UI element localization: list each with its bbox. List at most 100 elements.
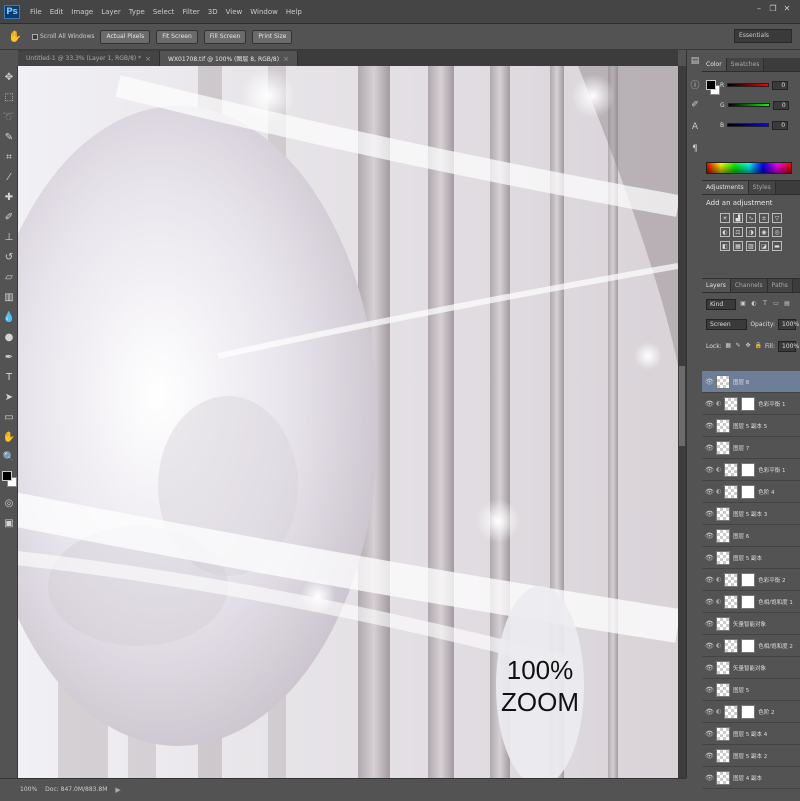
posterize-icon[interactable]: ▦ <box>733 241 743 251</box>
layer-row[interactable]: 👁 ◐ 色相/饱和度 2 <box>702 635 800 657</box>
document-tab[interactable]: Untitled-1 @ 33.3% (Layer 1, RGB/8) * × <box>18 51 161 66</box>
lock-position-icon[interactable]: ✥ <box>745 342 752 350</box>
layer-row[interactable]: 👁 矢量智能对象 <box>702 657 800 679</box>
color-spectrum-bar[interactable] <box>706 162 792 174</box>
menu-help[interactable]: Help <box>282 8 306 16</box>
type-tool-icon[interactable]: T <box>2 370 16 384</box>
eye-icon[interactable]: 👁 <box>705 576 714 584</box>
layer-thumbnail[interactable] <box>716 726 730 741</box>
layer-mask-thumbnail[interactable] <box>741 594 756 609</box>
layer-row[interactable]: 👁 ◐ 色彩平衡 2 <box>702 569 800 591</box>
layer-row[interactable]: 👁 矢量智能对象 <box>702 613 800 635</box>
brightness-contrast-icon[interactable]: ☀ <box>720 213 730 223</box>
menu-3d[interactable]: 3D <box>204 8 222 16</box>
zoom-tool-icon[interactable]: 🔍 <box>2 450 16 464</box>
layer-thumbnail[interactable] <box>716 506 730 521</box>
shape-filter-icon[interactable]: ▭ <box>772 300 780 308</box>
color-balance-icon[interactable]: ⚖ <box>733 227 743 237</box>
blue-value-input[interactable]: 0 <box>772 120 789 130</box>
pen-tool-icon[interactable]: ✒ <box>2 350 16 364</box>
actual-pixels-button[interactable]: Actual Pixels <box>100 29 151 44</box>
type-filter-icon[interactable]: T <box>761 300 769 308</box>
properties-panel-icon[interactable]: ⓘ <box>689 78 701 91</box>
layer-thumbnail[interactable] <box>724 704 739 719</box>
eye-icon[interactable]: 👁 <box>705 686 714 694</box>
red-slider[interactable] <box>727 83 770 87</box>
character-panel-icon[interactable]: A <box>689 122 701 134</box>
menu-view[interactable]: View <box>222 8 247 16</box>
status-menu-icon[interactable]: ▶ <box>115 786 120 794</box>
close-icon[interactable]: ✕ <box>782 4 792 14</box>
layer-row[interactable]: 👁 图层 8 <box>702 371 800 393</box>
marquee-tool-icon[interactable]: ⬚ <box>2 90 16 104</box>
color-panel-foreground-swatch[interactable] <box>706 80 716 90</box>
tab-paths[interactable]: Paths <box>767 279 793 292</box>
layer-mask-thumbnail[interactable] <box>741 396 756 411</box>
menu-window[interactable]: Window <box>246 8 282 16</box>
tab-color[interactable]: Color <box>702 58 727 71</box>
menu-filter[interactable]: Filter <box>178 8 203 16</box>
levels-icon[interactable]: ▟ <box>733 213 743 223</box>
menu-layer[interactable]: Layer <box>97 8 125 16</box>
layer-thumbnail[interactable] <box>724 638 739 653</box>
move-tool-icon[interactable]: ✥ <box>2 70 16 84</box>
healing-brush-tool-icon[interactable]: ✚ <box>2 190 16 204</box>
blend-mode-select[interactable]: Screen <box>706 318 748 330</box>
layer-row[interactable]: 👁 图层 6 <box>702 525 800 547</box>
fit-screen-button[interactable]: Fit Screen <box>156 29 198 44</box>
green-slider[interactable] <box>727 103 770 107</box>
history-brush-tool-icon[interactable]: ↺ <box>2 250 16 264</box>
layer-row[interactable]: 👁 图层 5 副本 5 <box>702 415 800 437</box>
red-value-input[interactable]: 0 <box>772 80 789 90</box>
eye-icon[interactable]: 👁 <box>705 554 714 562</box>
crop-tool-icon[interactable]: ⌗ <box>2 150 16 164</box>
eraser-tool-icon[interactable]: ▱ <box>2 270 16 284</box>
minimize-icon[interactable]: – <box>754 4 764 14</box>
layer-thumbnail[interactable] <box>724 594 739 609</box>
eye-icon[interactable]: 👁 <box>705 532 714 540</box>
layer-row[interactable]: 👁 ◐ 色相/饱和度 1 <box>702 591 800 613</box>
vibrance-icon[interactable]: ▽ <box>772 213 782 223</box>
green-value-input[interactable]: 0 <box>772 100 789 110</box>
eye-icon[interactable]: 👁 <box>705 774 714 782</box>
black-white-icon[interactable]: ◑ <box>746 227 756 237</box>
restore-icon[interactable]: ❐ <box>768 4 778 14</box>
quick-select-tool-icon[interactable]: ✎ <box>2 130 16 144</box>
menu-file[interactable]: File <box>26 8 46 16</box>
layer-thumbnail[interactable] <box>716 748 730 763</box>
workspace-select[interactable]: Essentials <box>734 29 792 43</box>
tab-layers[interactable]: Layers <box>702 279 731 292</box>
lock-transparency-icon[interactable]: ▦ <box>725 342 732 350</box>
layer-row[interactable]: 👁 图层 4 副本 <box>702 767 800 789</box>
document-tab-active[interactable]: WX01708.tif @ 100% (图层 8, RGB/8) × <box>160 51 298 66</box>
menu-edit[interactable]: Edit <box>46 8 68 16</box>
tab-adjustments[interactable]: Adjustments <box>702 181 749 194</box>
color-swatches[interactable] <box>1 470 17 490</box>
clone-stamp-tool-icon[interactable]: ⊥ <box>2 230 16 244</box>
layer-thumbnail[interactable] <box>724 484 739 499</box>
threshold-icon[interactable]: ▨ <box>746 241 756 251</box>
layer-thumbnail[interactable] <box>724 462 739 477</box>
eye-icon[interactable]: 👁 <box>705 642 714 650</box>
eye-icon[interactable]: 👁 <box>705 708 714 716</box>
menu-select[interactable]: Select <box>149 8 179 16</box>
layer-thumbnail[interactable] <box>724 572 739 587</box>
layer-mask-thumbnail[interactable] <box>741 704 756 719</box>
layer-thumbnail[interactable] <box>716 660 730 675</box>
layer-row[interactable]: 👁 图层 5 副本 <box>702 547 800 569</box>
vertical-scrollbar[interactable] <box>678 66 686 778</box>
eye-icon[interactable]: 👁 <box>705 730 714 738</box>
fill-screen-button[interactable]: Fill Screen <box>203 29 247 44</box>
layer-row[interactable]: 👁 图层 5 副本 3 <box>702 503 800 525</box>
blue-slider[interactable] <box>727 123 770 127</box>
layer-row[interactable]: 👁 ◐ 色彩平衡 1 <box>702 459 800 481</box>
rectangle-tool-icon[interactable]: ▭ <box>2 410 16 424</box>
curves-icon[interactable]: ∿ <box>746 213 756 223</box>
eye-icon[interactable]: 👁 <box>705 620 714 628</box>
layer-filter-select[interactable]: Kind <box>706 298 736 310</box>
eye-icon[interactable]: 👁 <box>705 752 714 760</box>
close-tab-icon[interactable]: × <box>283 55 289 63</box>
eye-icon[interactable]: 👁 <box>705 378 714 386</box>
layer-mask-thumbnail[interactable] <box>741 572 756 587</box>
layer-mask-thumbnail[interactable] <box>741 638 756 653</box>
